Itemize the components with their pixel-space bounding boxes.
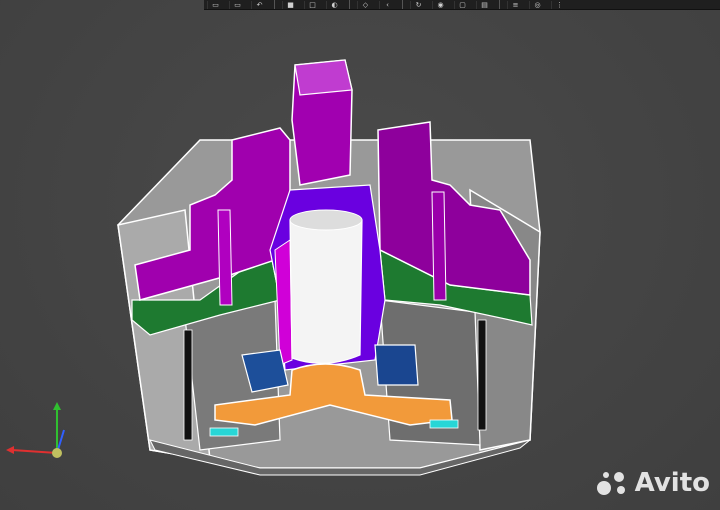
center-shaft [289,211,363,364]
layers-icon[interactable]: ≡ [507,0,523,9]
cyan-seal-left [209,427,239,437]
jaw-top-face [294,59,353,96]
bolt-channel-left [183,329,193,441]
toolbar-separator [402,0,403,9]
view-box-icon[interactable]: ▭ [207,0,223,9]
section-view-model[interactable] [0,0,720,510]
window-icon[interactable]: ▢ [454,0,470,9]
document-icon[interactable]: ▤ [476,0,492,9]
center-shaft-top [289,209,363,231]
view-toolbar: ▭ ▭ ↶ ■ □ ◐ ◇ ‹ ↻ ◉ ▢ ▤ ≡ ◎ ⋮ [204,0,720,10]
camera-2-icon[interactable]: ◎ [529,0,545,9]
bolt-right [431,191,447,301]
settings-icon[interactable]: ⋮ [551,0,567,9]
avito-logo-icon [596,472,625,495]
arrow-left-icon[interactable]: ↶ [251,0,267,9]
bolt-left [217,209,233,306]
chevron-left-icon[interactable]: ‹ [379,0,395,9]
watermark-text: Avito [634,468,710,498]
display-style-icon[interactable]: ◐ [326,0,342,9]
avito-watermark: Avito [595,468,710,498]
cube-outline-icon[interactable]: □ [304,0,320,9]
axis-triad [6,402,65,458]
toolbar-separator [349,0,350,9]
bolt-channel-right [477,319,487,431]
cyan-seal-right [429,419,459,429]
toolbar-separator [499,0,500,9]
3d-viewport[interactable]: ▭ ▭ ↶ ■ □ ◐ ◇ ‹ ↻ ◉ ▢ ▤ ≡ ◎ ⋮ Avito [0,0,720,510]
seal-right [374,344,419,386]
view-box-2-icon[interactable]: ▭ [229,0,245,9]
cube-icon[interactable]: ■ [282,0,298,9]
camera-icon[interactable]: ◉ [432,0,448,9]
rotate-icon[interactable]: ↻ [410,0,426,9]
section-view-icon[interactable]: ◇ [357,0,373,9]
toolbar-separator [274,0,275,9]
